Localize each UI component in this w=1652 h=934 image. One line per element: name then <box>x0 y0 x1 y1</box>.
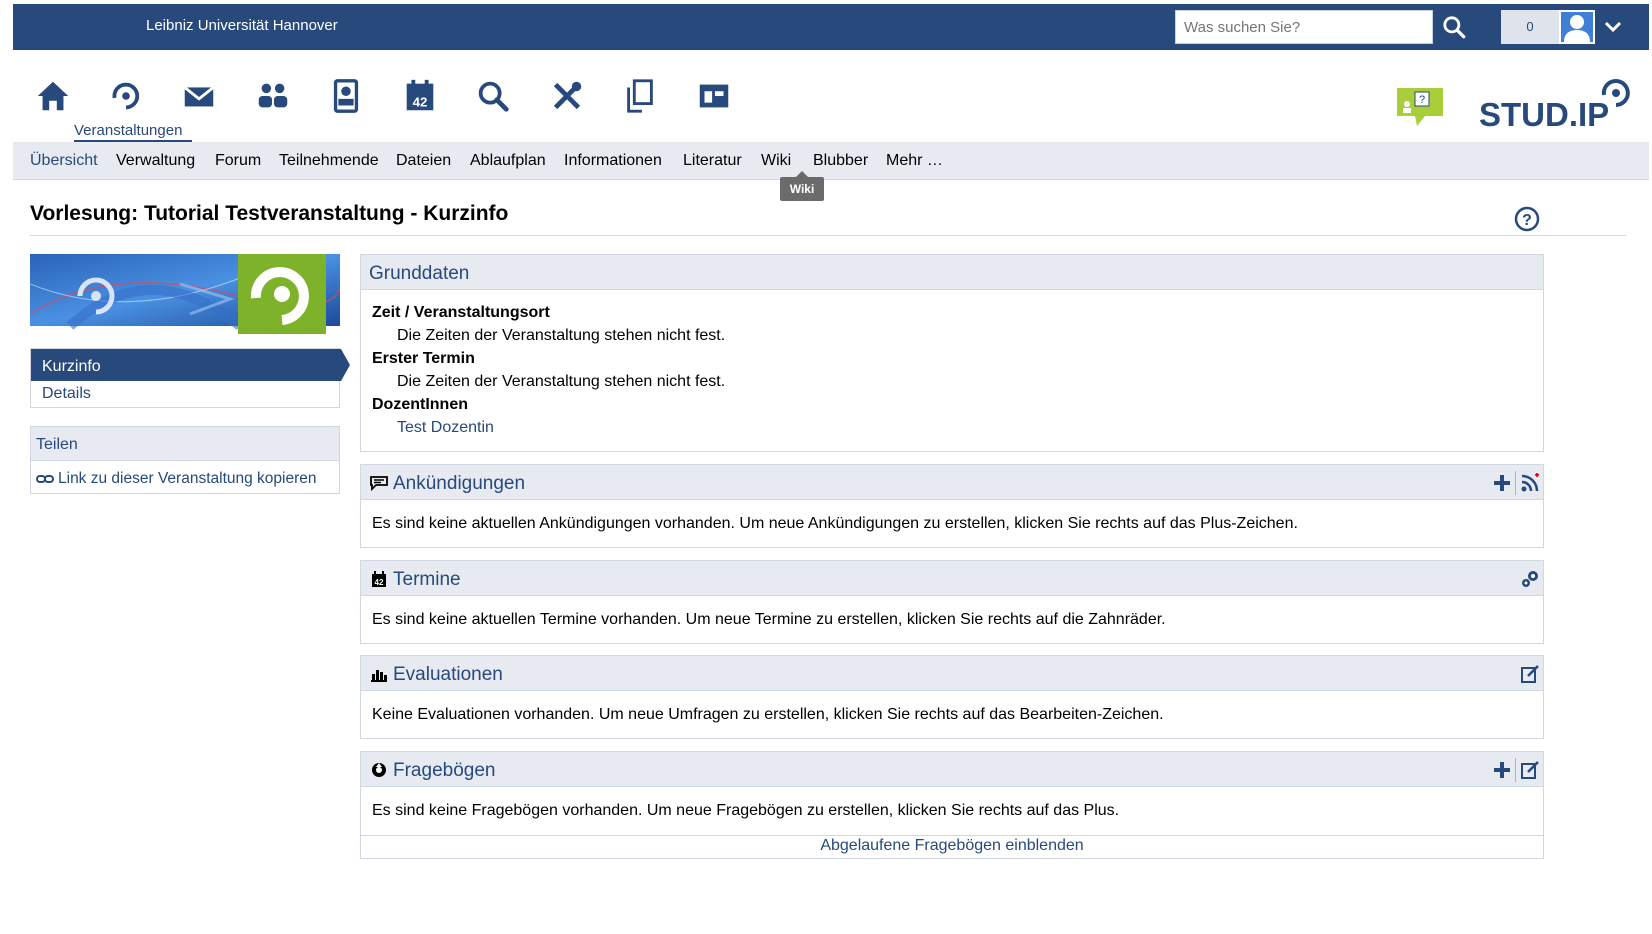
evaluations-title: Evaluationen <box>393 664 503 685</box>
evaluations-text: Keine Evaluationen vorhanden. Um neue Um… <box>372 706 1164 723</box>
grunddaten-header: Grunddaten <box>361 255 1543 290</box>
calendar-icon[interactable]: 42 <box>400 76 440 116</box>
share-widget-title: Teilen <box>31 427 339 461</box>
svg-text:42: 42 <box>375 578 384 587</box>
svg-text:42: 42 <box>413 94 428 109</box>
chevron-down-icon[interactable] <box>1603 18 1623 36</box>
add-icon[interactable] <box>1492 473 1512 493</box>
top-bar: Leibniz Universität Hannover 0 <box>13 4 1649 50</box>
search-field[interactable] <box>1175 10 1433 44</box>
dates-header: 42 Termine <box>361 561 1543 596</box>
chart-icon <box>371 670 387 682</box>
avatar[interactable] <box>1559 10 1595 44</box>
gear-icon[interactable] <box>1520 569 1540 589</box>
announcements-title: Ankündigungen <box>393 473 526 494</box>
main-navigation: 42 Veranstaltungen ? STUD.IP <box>13 50 1649 142</box>
studip-window: Leibniz Universität Hannover 0 <box>13 4 1649 934</box>
tab-mehr[interactable]: Mehr … <box>886 152 943 170</box>
dates-box: 42 Termine Es sind keine aktuellen Termi… <box>360 560 1544 644</box>
lecturer-link[interactable]: Test Dozentin <box>397 419 494 437</box>
files-icon[interactable] <box>620 76 660 116</box>
edit-icon[interactable] <box>1520 760 1540 780</box>
sidebar-item-details[interactable]: Details <box>42 385 91 403</box>
evaluations-header: Evaluationen <box>361 656 1543 691</box>
tab-uebersicht[interactable]: Übersicht <box>30 152 98 170</box>
studip-ring-icon <box>1601 79 1630 107</box>
tab-literatur[interactable]: Literatur <box>683 152 742 170</box>
home-icon[interactable] <box>33 76 73 116</box>
search-input[interactable] <box>1176 11 1432 43</box>
questionnaires-title: Fragebögen <box>393 760 496 781</box>
questionnaires-box: Fragebögen Es sind keine Fragebögen vorh… <box>360 751 1544 859</box>
tab-dateien[interactable]: Dateien <box>396 152 451 170</box>
questionnaires-header: Fragebögen <box>361 752 1543 787</box>
questionnaire-icon <box>372 763 386 777</box>
time-location-value: Die Zeiten der Veranstaltung stehen nich… <box>397 327 726 344</box>
university-name[interactable]: Leibniz Universität Hannover <box>146 17 338 34</box>
announcements-box: Ankündigungen Es sind keine aktuellen An… <box>360 464 1544 548</box>
share-widget: Teilen Link zu dieser Veranstaltung kopi… <box>30 426 340 494</box>
title-divider <box>30 235 1626 236</box>
course-image <box>30 254 340 334</box>
course-tabs: Übersicht Verwaltung Forum Teilnehmende … <box>13 142 1649 180</box>
edit-icon[interactable] <box>1520 664 1540 684</box>
copy-link-button[interactable]: Link zu dieser Veranstaltung kopieren <box>36 470 317 488</box>
first-date-label: Erster Termin <box>372 350 475 367</box>
sidebar-navigation: Kurzinfo Details <box>30 348 350 408</box>
grunddaten-title: Grunddaten <box>369 263 470 284</box>
search-icon[interactable] <box>1441 14 1467 40</box>
dates-text: Es sind keine aktuellen Termine vorhande… <box>372 611 1166 628</box>
svg-text:?: ? <box>1419 94 1425 106</box>
community-icon[interactable] <box>253 76 293 116</box>
sidebar-item-kurzinfo[interactable]: Kurzinfo <box>31 349 341 381</box>
tab-wiki[interactable]: Wiki <box>761 152 791 170</box>
admin-icon[interactable] <box>694 76 734 116</box>
tab-informationen[interactable]: Informationen <box>564 152 662 170</box>
tab-verwaltung[interactable]: Verwaltung <box>116 152 195 170</box>
calendar-small-icon: 42 <box>372 571 386 587</box>
studip-logo-text: STUD.IP <box>1479 96 1610 133</box>
copy-link-label: Link zu dieser Veranstaltung kopieren <box>58 470 317 487</box>
announcement-icon <box>370 476 388 491</box>
user-icon <box>1564 15 1590 42</box>
profile-icon[interactable] <box>326 76 366 116</box>
notification-counter[interactable]: 0 <box>1501 10 1559 44</box>
studip-logo[interactable]: STUD.IP <box>1479 76 1630 133</box>
tab-forum[interactable]: Forum <box>215 152 261 170</box>
nav-label-veranstaltungen[interactable]: Veranstaltungen <box>74 122 182 139</box>
evaluations-box: Evaluationen Keine Evaluationen vorhande… <box>360 655 1544 739</box>
add-icon[interactable] <box>1492 760 1512 780</box>
messages-icon[interactable] <box>179 76 219 116</box>
search-nav-icon[interactable] <box>473 76 513 116</box>
announcements-text: Es sind keine aktuellen Ankündigungen vo… <box>372 515 1298 532</box>
help-bubble-icon[interactable]: ? <box>1393 84 1447 128</box>
active-item-arrow <box>341 349 350 381</box>
courses-icon[interactable] <box>106 76 146 116</box>
first-date-value: Die Zeiten der Veranstaltung stehen nich… <box>397 373 726 390</box>
dates-title: Termine <box>393 569 461 590</box>
page-title: Vorlesung: Tutorial Testveranstaltung - … <box>30 202 509 225</box>
questionnaires-text: Es sind keine Fragebögen vorhanden. Um n… <box>372 802 1120 819</box>
lecturers-label: DozentInnen <box>372 396 468 413</box>
link-icon <box>36 475 54 483</box>
show-expired-questionnaires-link[interactable]: Abgelaufene Fragebögen einblenden <box>361 835 1543 858</box>
time-location-label: Zeit / Veranstaltungsort <box>372 304 550 321</box>
tab-blubber[interactable]: Blubber <box>813 152 868 170</box>
action-divider <box>1515 758 1516 782</box>
help-icon[interactable]: ? <box>1514 206 1540 232</box>
tab-teilnehmende[interactable]: Teilnehmende <box>279 152 379 170</box>
tab-ablaufplan[interactable]: Ablaufplan <box>470 152 546 170</box>
rss-icon[interactable] <box>1520 473 1540 493</box>
svg-text:?: ? <box>1522 212 1532 229</box>
grunddaten-box: Grunddaten Zeit / Veranstaltungsort Die … <box>360 254 1544 452</box>
tooltip: Wiki <box>780 177 824 201</box>
announcements-header: Ankündigungen <box>361 465 1543 500</box>
action-divider <box>1515 471 1516 495</box>
tools-icon[interactable] <box>547 76 587 116</box>
